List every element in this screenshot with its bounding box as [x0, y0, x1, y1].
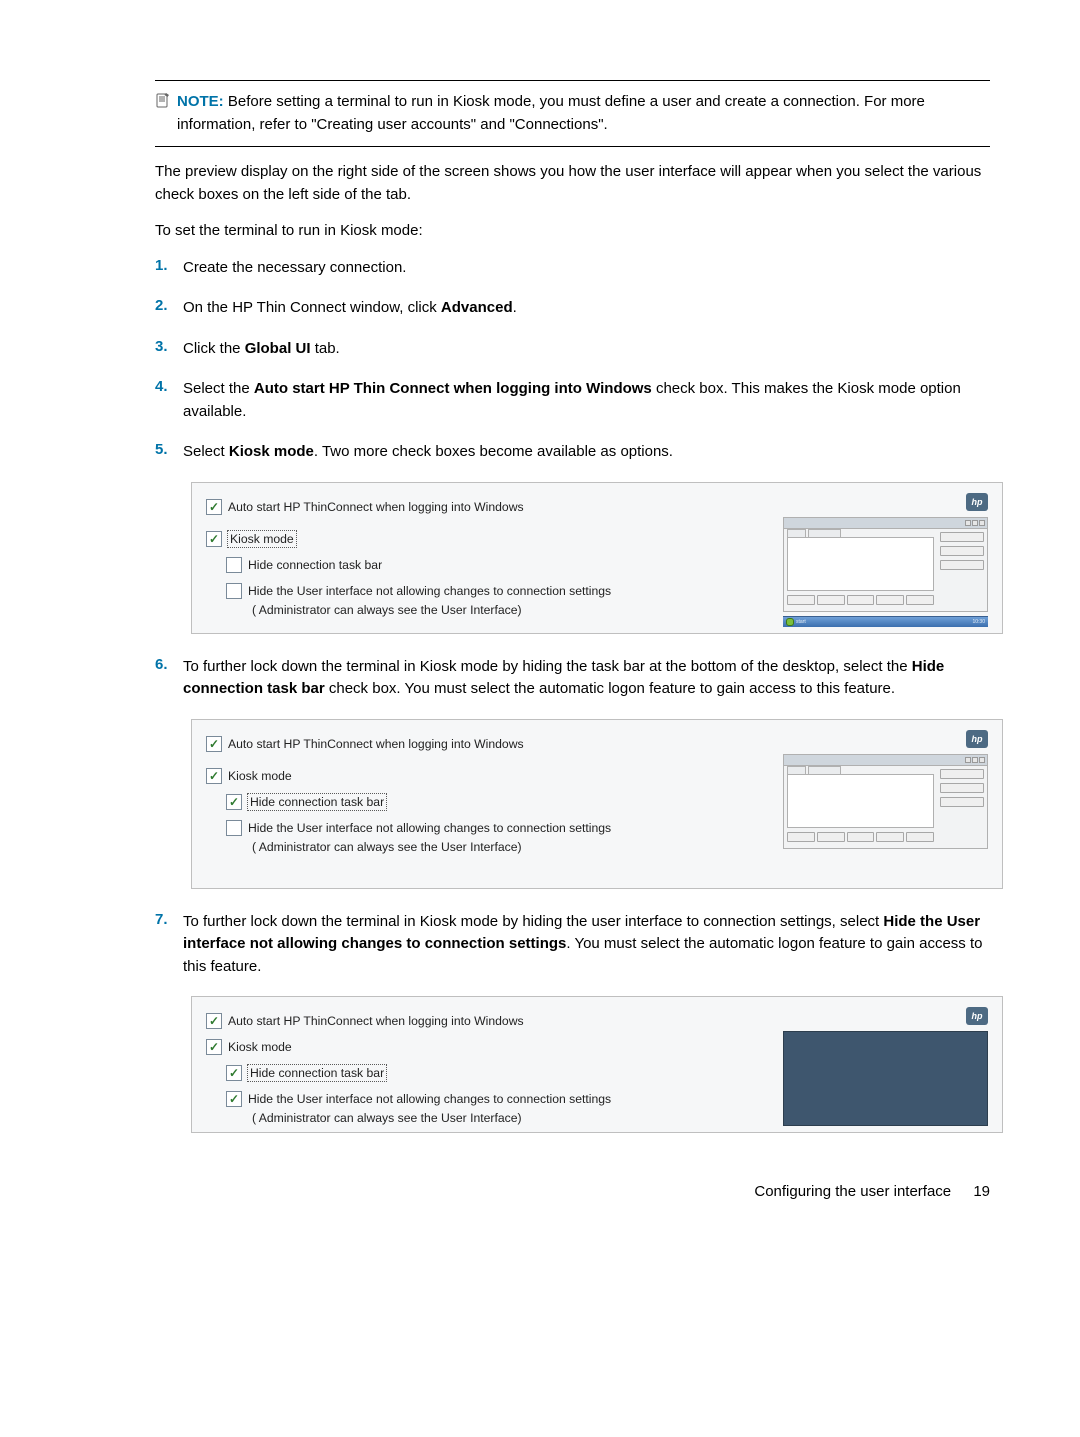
admin-note-text: ( Administrator can always see the User … [206, 603, 773, 617]
preview-window [783, 517, 988, 612]
step-body: Select Kiosk mode. Two more check boxes … [183, 441, 990, 464]
checkbox-autostart-label: Auto start HP ThinConnect when logging i… [228, 500, 524, 514]
step-7: 7. To further lock down the terminal in … [155, 911, 990, 979]
step-6: 6. To further lock down the terminal in … [155, 656, 990, 701]
footer-text: Configuring the user interface [754, 1183, 951, 1200]
step-1: 1. Create the necessary connection. [155, 257, 990, 280]
note-label: NOTE: [177, 93, 224, 110]
checkbox-hide-ui[interactable] [226, 820, 242, 836]
steps-list-cont2: 7. To further lock down the terminal in … [155, 911, 990, 979]
page-number: 19 [973, 1183, 990, 1200]
checkbox-hide-taskbar-label: Hide connection task bar [248, 558, 382, 572]
step-3: 3. Click the Global UI tab. [155, 338, 990, 361]
options-panel: Auto start HP ThinConnect when logging i… [206, 493, 773, 617]
intro-paragraph-2: To set the terminal to run in Kiosk mode… [155, 220, 990, 243]
preview-pane: hp start 10:30 [783, 493, 988, 627]
checkbox-hide-taskbar[interactable] [226, 557, 242, 573]
step-number: 6. [155, 656, 183, 673]
checkbox-hide-ui-label: Hide the User interface not allowing cha… [248, 1092, 611, 1106]
intro-paragraph-1: The preview display on the right side of… [155, 161, 990, 206]
checkbox-hide-ui-label: Hide the User interface not allowing cha… [248, 821, 611, 835]
preview-window-blank [783, 1031, 988, 1126]
screenshot-3: Auto start HP ThinConnect when logging i… [191, 996, 1003, 1133]
checkbox-kiosk[interactable] [206, 768, 222, 784]
step-body: To further lock down the terminal in Kio… [183, 911, 990, 979]
step-2: 2. On the HP Thin Connect window, click … [155, 297, 990, 320]
step-body: To further lock down the terminal in Kio… [183, 656, 990, 701]
options-panel: Auto start HP ThinConnect when logging i… [206, 1007, 773, 1125]
checkbox-autostart[interactable] [206, 736, 222, 752]
checkbox-kiosk[interactable] [206, 531, 222, 547]
note-sep [155, 146, 990, 147]
step-number: 3. [155, 338, 183, 355]
step-body: On the HP Thin Connect window, click Adv… [183, 297, 990, 320]
preview-taskbar: start 10:30 [783, 616, 988, 627]
preview-pane: hp [783, 730, 988, 849]
checkbox-hide-taskbar[interactable] [226, 794, 242, 810]
step-body: Select the Auto start HP Thin Connect wh… [183, 378, 990, 423]
checkbox-kiosk[interactable] [206, 1039, 222, 1055]
checkbox-hide-taskbar[interactable] [226, 1065, 242, 1081]
checkbox-hide-ui[interactable] [226, 583, 242, 599]
checkbox-kiosk-label: Kiosk mode [228, 1040, 292, 1054]
preview-window [783, 754, 988, 849]
admin-note-text: ( Administrator can always see the User … [206, 840, 773, 854]
checkbox-autostart[interactable] [206, 499, 222, 515]
note-icon [155, 93, 171, 113]
checkbox-hide-taskbar-label: Hide connection task bar [248, 794, 386, 810]
step-number: 5. [155, 441, 183, 458]
step-body: Click the Global UI tab. [183, 338, 990, 361]
hp-logo-icon: hp [966, 730, 988, 748]
admin-note-text: ( Administrator can always see the User … [206, 1111, 773, 1125]
preview-pane: hp [783, 1007, 988, 1126]
checkbox-kiosk-label: Kiosk mode [228, 769, 292, 783]
checkbox-autostart[interactable] [206, 1013, 222, 1029]
step-number: 7. [155, 911, 183, 928]
note-block: NOTE: Before setting a terminal to run i… [155, 91, 990, 136]
note-text: Before setting a terminal to run in Kios… [177, 93, 925, 133]
top-rule [155, 80, 990, 81]
step-number: 1. [155, 257, 183, 274]
hp-logo-icon: hp [966, 1007, 988, 1025]
checkbox-autostart-label: Auto start HP ThinConnect when logging i… [228, 1014, 524, 1028]
checkbox-kiosk-label: Kiosk mode [228, 531, 296, 547]
step-4: 4. Select the Auto start HP Thin Connect… [155, 378, 990, 423]
page-footer: Configuring the user interface 19 [155, 1183, 990, 1200]
steps-list-cont1: 6. To further lock down the terminal in … [155, 656, 990, 701]
screenshot-2: Auto start HP ThinConnect when logging i… [191, 719, 1003, 889]
checkbox-hide-taskbar-label: Hide connection task bar [248, 1065, 386, 1081]
step-body: Create the necessary connection. [183, 257, 990, 280]
hp-logo-icon: hp [966, 493, 988, 511]
step-number: 2. [155, 297, 183, 314]
steps-list: 1. Create the necessary connection. 2. O… [155, 257, 990, 464]
options-panel: Auto start HP ThinConnect when logging i… [206, 730, 773, 854]
checkbox-hide-ui-label: Hide the User interface not allowing cha… [248, 584, 611, 598]
step-number: 4. [155, 378, 183, 395]
screenshot-1: Auto start HP ThinConnect when logging i… [191, 482, 1003, 634]
step-5: 5. Select Kiosk mode. Two more check box… [155, 441, 990, 464]
checkbox-hide-ui[interactable] [226, 1091, 242, 1107]
checkbox-autostart-label: Auto start HP ThinConnect when logging i… [228, 737, 524, 751]
